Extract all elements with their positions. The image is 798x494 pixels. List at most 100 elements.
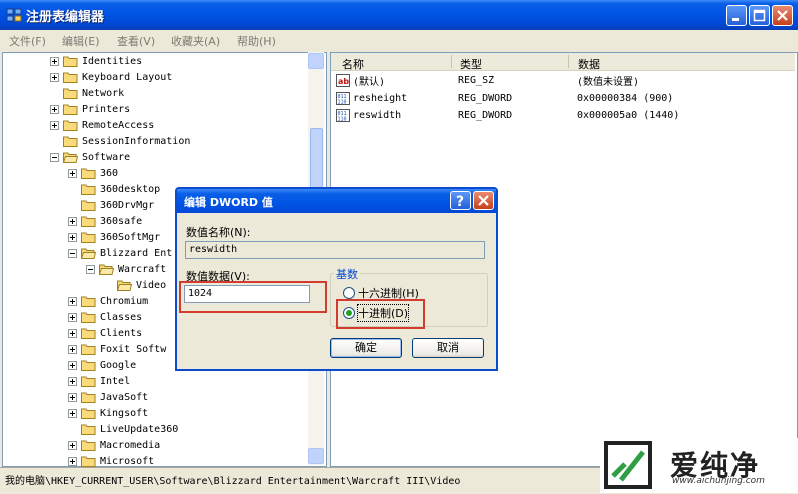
column-data[interactable]: 数据 xyxy=(578,56,600,72)
column-name[interactable]: 名称 xyxy=(342,56,364,72)
folder-icon xyxy=(81,456,96,467)
expand-icon[interactable] xyxy=(68,456,77,466)
tree-node[interactable]: Identities xyxy=(50,53,142,69)
maximize-button[interactable] xyxy=(749,5,770,26)
tree-node[interactable]: Network xyxy=(50,85,124,101)
tree-scroll-thumb[interactable] xyxy=(310,128,323,188)
tree-node[interactable]: Blizzard Ent xyxy=(68,245,172,261)
svg-text:110: 110 xyxy=(338,99,347,105)
close-button[interactable] xyxy=(772,5,793,26)
collapse-icon[interactable] xyxy=(68,248,77,258)
column-separator[interactable] xyxy=(568,55,569,68)
folder-icon xyxy=(81,232,96,243)
tree-node-label: Video xyxy=(136,279,167,291)
folder-icon xyxy=(81,168,96,179)
expand-icon[interactable] xyxy=(68,232,77,242)
scroll-up-button[interactable] xyxy=(308,53,324,69)
value-data-input[interactable]: 1024 xyxy=(184,285,310,303)
menu-file[interactable]: 文件(F) xyxy=(9,33,46,49)
tree-node[interactable]: Chromium xyxy=(68,293,148,309)
menu-help[interactable]: 帮助(H) xyxy=(237,33,276,49)
tree-node[interactable]: 360SoftMgr xyxy=(68,229,160,245)
svg-text:ab: ab xyxy=(338,77,349,86)
minimize-button[interactable] xyxy=(726,5,747,26)
ok-button[interactable]: 确定 xyxy=(330,338,402,358)
expand-icon[interactable] xyxy=(68,312,77,322)
tree-node[interactable]: Classes xyxy=(68,309,142,325)
expand-icon[interactable] xyxy=(68,168,77,178)
value-row[interactable]: 011 110 reswidth REG_DWORD 0x000005a0 (1… xyxy=(336,107,791,123)
expand-icon[interactable] xyxy=(68,328,77,338)
scroll-down-button[interactable] xyxy=(308,448,324,464)
expand-icon[interactable] xyxy=(50,56,59,66)
expand-icon[interactable] xyxy=(50,120,59,130)
cancel-button[interactable]: 取消 xyxy=(412,338,484,358)
collapse-icon[interactable] xyxy=(50,152,59,162)
tree-node[interactable]: SessionInformation xyxy=(50,133,190,149)
folder-open-icon xyxy=(117,280,132,291)
tree-node[interactable]: 360safe xyxy=(68,213,142,229)
folder-icon xyxy=(81,184,96,195)
collapse-icon[interactable] xyxy=(86,264,95,274)
help-icon: ? xyxy=(456,194,464,210)
folder-icon xyxy=(81,440,96,451)
tree-node[interactable]: Keyboard Layout xyxy=(50,69,172,85)
menu-favorites[interactable]: 收藏夹(A) xyxy=(171,33,220,49)
expand-icon[interactable] xyxy=(68,216,77,226)
folder-open-icon xyxy=(99,264,114,275)
value-name-label: 数值名称(N): xyxy=(186,226,251,239)
tree-node[interactable]: RemoteAccess xyxy=(50,117,154,133)
expand-icon[interactable] xyxy=(68,408,77,418)
tree-node[interactable]: JavaSoft xyxy=(68,389,148,405)
tree-node[interactable]: Printers xyxy=(50,101,130,117)
dialog-close-button[interactable] xyxy=(473,191,494,210)
value-type: REG_DWORD xyxy=(458,92,513,104)
tree-node[interactable]: 360DrvMgr xyxy=(68,197,154,213)
status-path: 我的电脑\HKEY_CURRENT_USER\Software\Blizzard… xyxy=(5,476,461,487)
hex-radio[interactable] xyxy=(343,287,355,299)
expand-icon[interactable] xyxy=(50,72,59,82)
folder-icon xyxy=(81,344,96,355)
tree-node[interactable]: Warcraft xyxy=(86,261,166,277)
watermark-url: www.aichunjing.com xyxy=(672,476,765,486)
tree-node-label: Network xyxy=(82,87,125,99)
base-label: 基数 xyxy=(334,266,360,282)
expand-icon[interactable] xyxy=(68,440,77,450)
tree-node-label: RemoteAccess xyxy=(82,119,155,131)
expand-icon[interactable] xyxy=(68,392,77,402)
folder-icon xyxy=(81,408,96,419)
expand-icon[interactable] xyxy=(50,104,59,114)
folder-icon xyxy=(63,104,78,115)
tree-node[interactable]: Google xyxy=(68,357,136,373)
tree-node[interactable]: Macromedia xyxy=(68,437,160,453)
folder-icon xyxy=(63,136,78,147)
tree-node[interactable]: Intel xyxy=(68,373,130,389)
title-bar[interactable] xyxy=(0,0,798,30)
expand-icon[interactable] xyxy=(68,376,77,386)
value-row[interactable]: 011 110 resheight REG_DWORD 0x00000384 (… xyxy=(336,90,791,106)
column-type[interactable]: 类型 xyxy=(460,56,482,72)
tree-node[interactable]: Clients xyxy=(68,325,142,341)
folder-icon xyxy=(81,312,96,323)
tree-node[interactable]: Video xyxy=(104,277,166,293)
folder-open-icon xyxy=(81,248,96,259)
menu-view[interactable]: 查看(V) xyxy=(117,33,155,49)
help-button[interactable]: ? xyxy=(450,191,471,210)
menu-edit[interactable]: 编辑(E) xyxy=(62,33,100,49)
tree-node-label: Classes xyxy=(100,311,143,323)
dec-radio-label[interactable]: 十进制(D) xyxy=(356,304,410,322)
tree-node[interactable]: Kingsoft xyxy=(68,405,148,421)
tree-node[interactable]: 360 xyxy=(68,165,118,181)
tree-node[interactable]: 360desktop xyxy=(68,181,160,197)
tree-node[interactable]: Software xyxy=(50,149,130,165)
folder-icon xyxy=(81,200,96,211)
minimize-icon xyxy=(732,18,739,21)
value-row[interactable]: ab (默认) REG_SZ (数值未设置) xyxy=(336,72,791,88)
expand-icon[interactable] xyxy=(68,296,77,306)
expand-icon[interactable] xyxy=(68,344,77,354)
tree-node-label: Blizzard Ent xyxy=(100,247,173,259)
column-separator[interactable] xyxy=(451,55,452,68)
tree-node[interactable]: LiveUpdate360 xyxy=(68,421,178,437)
expand-icon[interactable] xyxy=(68,360,77,370)
tree-node[interactable]: Foxit Softw xyxy=(68,341,166,357)
